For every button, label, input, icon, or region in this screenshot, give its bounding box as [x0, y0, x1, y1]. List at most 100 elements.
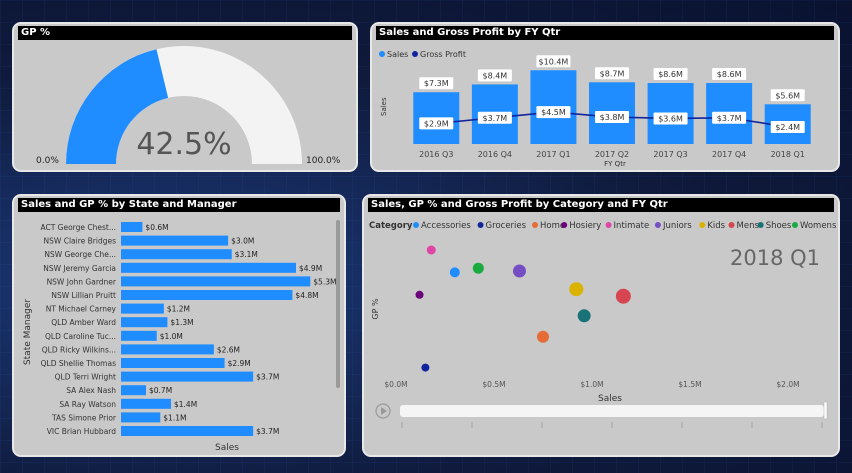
- scatter-x-tick-label: $2.0M: [776, 380, 799, 389]
- sales-data-label: $10.4M: [539, 57, 569, 66]
- scatter-chart: Category Accessories Groceries Home Hosiery…: [369, 221, 837, 428]
- combo-x-axis-label: FY Qtr: [604, 160, 626, 168]
- scatter-legend-label: Hosiery: [569, 221, 601, 231]
- scatter-x-tick-label: $1.0M: [580, 380, 603, 389]
- scatter-legend-title: Category: [369, 221, 413, 231]
- sales-data-label: $8.7M: [600, 69, 625, 78]
- state-manager-bar[interactable]: [121, 330, 157, 341]
- state-manager-category-label: QLD Ricky Wilkins...: [42, 345, 116, 354]
- scatter-point[interactable]: [426, 245, 436, 255]
- scatter-point[interactable]: [472, 262, 484, 274]
- scatter-point[interactable]: [415, 290, 424, 299]
- scatter-legend-label: Groceries: [486, 221, 527, 231]
- scatter-legend-label: Shoes: [766, 221, 792, 231]
- combo-panel[interactable]: Sales and Gross Profit by FY Qtr Sales G…: [370, 22, 840, 172]
- state-manager-category-label: QLD Amber Ward: [51, 318, 116, 327]
- state-manager-data-label: $4.9M: [299, 264, 322, 273]
- combo-x-tick-label: 2017 Q2: [595, 150, 629, 159]
- state-manager-bar[interactable]: [121, 235, 229, 246]
- combo-x-tick-label: 2017 Q1: [536, 150, 570, 159]
- combo-x-tick-label: 2016 Q3: [419, 150, 453, 159]
- scatter-legend-label: Kids: [707, 221, 725, 231]
- scatter-legend-label: Home: [540, 221, 565, 231]
- combo-legend: Sales Gross Profit: [379, 50, 466, 59]
- scatter-panel[interactable]: Sales, GP % and Gross Profit by Category…: [362, 194, 840, 457]
- gross-profit-data-label: $2.4M: [775, 123, 800, 132]
- state-manager-category-label: NSW Lillian Pruitt: [51, 291, 116, 300]
- scatter-point[interactable]: [449, 267, 460, 278]
- scatter-legend-marker: [532, 222, 538, 228]
- scatter-legend-label: Intimate: [614, 221, 650, 231]
- state-manager-category-label: SA Alex Nash: [66, 386, 116, 395]
- state-manager-data-label: $1.4M: [174, 400, 197, 409]
- state-manager-category-label: TAS Simone Prior: [51, 413, 117, 422]
- state-manager-data-label: $2.9M: [228, 359, 251, 368]
- state-manager-category-label: QLD Shellie Thomas: [41, 359, 116, 368]
- scatter-legend-marker: [757, 222, 764, 228]
- scatter-x-axis-label: Sales: [598, 394, 622, 404]
- gauge-panel[interactable]: GP % 42.5% 0.0% 100.0%: [12, 22, 358, 172]
- scatter-point[interactable]: [421, 363, 430, 372]
- scatter-x-tick-label: $0.5M: [482, 380, 505, 389]
- state-manager-chart: State Manager Sales ACT George Chest... $…: [23, 220, 340, 453]
- state-manager-scrollbar[interactable]: [336, 220, 340, 388]
- scatter-legend-label: Womens: [800, 221, 837, 231]
- scatter-legend-marker: [791, 222, 798, 228]
- state-manager-data-label: $5.3M: [313, 277, 336, 286]
- sales-data-label: $8.6M: [717, 70, 742, 79]
- scatter-legend-label: Mens: [737, 221, 760, 231]
- state-manager-category-label: QLD Caroline Tuc...: [45, 332, 116, 341]
- scatter-point[interactable]: [569, 282, 584, 297]
- state-manager-data-label: $3.0M: [231, 237, 254, 246]
- state-manager-data-label: $1.1M: [163, 413, 186, 422]
- state-manager-bar[interactable]: [121, 385, 146, 396]
- play-axis[interactable]: [375, 401, 828, 428]
- state-manager-bar[interactable]: [121, 371, 254, 382]
- state-manager-bar[interactable]: [121, 290, 293, 300]
- state-manager-bar[interactable]: [121, 276, 311, 287]
- gauge-chart: 42.5% 0.0% 100.0%: [36, 46, 341, 166]
- play-axis-handle[interactable]: [823, 401, 828, 420]
- gauge-max-label: 100.0%: [306, 156, 341, 166]
- scatter-legend-marker: [477, 222, 484, 228]
- sales-data-label: $5.6M: [775, 91, 800, 100]
- state-manager-data-label: $2.6M: [217, 345, 240, 354]
- legend-gross-profit-marker: [412, 51, 418, 57]
- scatter-point[interactable]: [537, 330, 549, 343]
- scatter-point[interactable]: [577, 309, 591, 323]
- play-axis-track[interactable]: [400, 405, 824, 417]
- combo-x-tick-label: 2017 Q4: [712, 150, 746, 159]
- state-manager-y-axis-label: State Manager: [23, 299, 33, 365]
- state-manager-bar[interactable]: [121, 222, 143, 232]
- state-manager-data-label: $0.7M: [149, 386, 172, 395]
- gross-profit-data-label: $3.8M: [600, 113, 625, 122]
- state-manager-bar[interactable]: [121, 358, 225, 368]
- state-manager-bar[interactable]: [121, 303, 164, 314]
- state-manager-category-label: NT Michael Carney: [46, 305, 117, 314]
- combo-chart: Sales Gross Profit Sales FY Qtr $7.3M 201…: [379, 50, 811, 168]
- scatter-legend-label: Juniors: [662, 221, 692, 231]
- state-manager-bar[interactable]: [121, 426, 254, 436]
- state-manager-data-label: $1.0M: [160, 332, 183, 341]
- state-manager-bar[interactable]: [121, 412, 161, 423]
- combo-y-axis-label: Sales: [380, 97, 388, 116]
- scatter-legend-marker: [728, 222, 735, 228]
- state-manager-bar[interactable]: [121, 317, 168, 328]
- state-manager-bar[interactable]: [121, 262, 296, 273]
- state-manager-bar[interactable]: [121, 398, 171, 409]
- combo-x-tick-label: 2017 Q3: [653, 150, 687, 159]
- scatter-point[interactable]: [615, 288, 631, 304]
- scatter-legend-marker: [413, 222, 419, 228]
- sales-data-label: $8.6M: [658, 70, 683, 79]
- scatter-point[interactable]: [512, 264, 526, 278]
- state-manager-data-label: $3.1M: [235, 250, 258, 259]
- state-manager-panel[interactable]: Sales and GP % by State and Manager Stat…: [12, 194, 346, 457]
- state-manager-bar[interactable]: [121, 249, 232, 260]
- gross-profit-data-label: $4.5M: [541, 108, 566, 117]
- play-icon: [381, 407, 387, 415]
- state-manager-bar[interactable]: [121, 344, 214, 355]
- state-manager-category-label: VIC Brian Hubbard: [47, 427, 116, 436]
- legend-gross-profit-label: Gross Profit: [420, 50, 466, 59]
- gross-profit-data-label: $3.6M: [658, 114, 683, 123]
- legend-sales-marker: [379, 51, 385, 57]
